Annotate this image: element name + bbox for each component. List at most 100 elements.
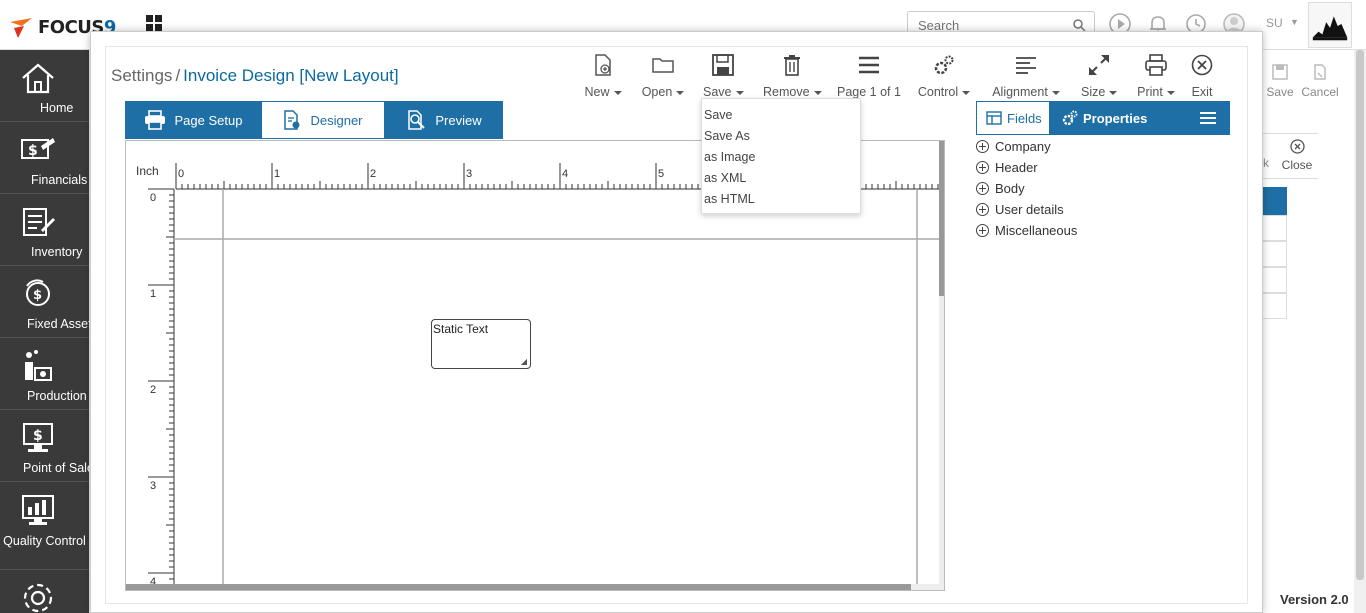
sidebar-item-home[interactable]: Home <box>0 50 89 122</box>
sidebar-item-fixed-asset[interactable]: $ Fixed Asset <box>0 266 92 338</box>
bg-table-row[interactable] <box>1263 293 1287 319</box>
tree-item-company[interactable]: Company <box>976 139 1051 154</box>
tab-label: Page Setup <box>174 112 243 128</box>
sidebar-item-production[interactable]: Production <box>0 338 89 410</box>
chevron-down-icon <box>813 90 822 95</box>
save-button[interactable]: Save <box>703 54 744 99</box>
chevron-down-icon <box>676 90 685 95</box>
expand-plus-icon[interactable] <box>976 182 989 195</box>
hamburger-menu-icon[interactable] <box>1200 112 1216 127</box>
breadcrumb-settings[interactable]: Settings <box>111 66 172 85</box>
open-button[interactable]: Open <box>641 54 685 99</box>
top-ruler-label: 1 <box>274 168 280 180</box>
page-navigator[interactable]: Page 1 of 1 <box>836 54 902 99</box>
tab-designer[interactable]: Designer <box>261 101 385 139</box>
exit-label: Exit <box>1191 85 1213 99</box>
tab-page-setup[interactable]: Page Setup <box>125 101 261 139</box>
menu-item-save-as-xml[interactable]: as XML <box>704 171 746 185</box>
breadcrumb: Settings / Invoice Design [New Layout] <box>111 66 399 86</box>
size-button[interactable]: Size <box>1081 54 1118 99</box>
canvas-vertical-scrollbar[interactable] <box>939 141 944 590</box>
menu-item-save[interactable]: Save <box>704 108 733 122</box>
chevron-down-icon <box>735 90 744 95</box>
main-sidebar: Home $ Financials Inventory $ Fixed Asse… <box>0 50 94 613</box>
chevron-down-icon <box>613 90 622 95</box>
financials-icon: $ <box>21 138 55 159</box>
menu-item-save-as[interactable]: Save As <box>704 129 750 143</box>
tree-item-miscellaneous[interactable]: Miscellaneous <box>976 223 1077 238</box>
app-grid-icon[interactable] <box>146 15 162 31</box>
size-label: Size <box>1081 85 1118 99</box>
user-menu-caret-icon[interactable]: ▼ <box>1290 17 1299 27</box>
background-page <box>1262 50 1354 613</box>
sidebar-item-financials[interactable]: $ Financials <box>0 122 89 194</box>
remove-button[interactable]: Remove <box>763 54 822 99</box>
sidebar-item-point-of-sale[interactable]: $ Point of Sale <box>0 410 94 482</box>
page-title: Invoice Design [New Layout] <box>183 66 399 85</box>
tab-label: Designer <box>310 112 363 128</box>
sidebar-item-label: Quality Control <box>3 534 86 548</box>
left-ruler-label: 2 <box>150 384 156 396</box>
tab-label: Preview <box>435 112 482 128</box>
page-list-icon <box>859 56 879 74</box>
new-document-icon <box>595 54 611 76</box>
focus-logo-icon <box>10 18 32 38</box>
bg-table-header <box>1263 187 1287 215</box>
bg-table-row[interactable] <box>1263 267 1287 293</box>
tab-fields[interactable]: Fields <box>977 102 1049 134</box>
page-count-label: Page 1 of 1 <box>837 85 901 99</box>
canvas-vertical-scrollbar-thumb[interactable] <box>939 141 944 296</box>
left-ruler-label: 4 <box>150 576 156 584</box>
chevron-down-icon <box>1109 90 1118 95</box>
expand-plus-icon[interactable] <box>976 140 989 153</box>
print-button[interactable]: Print <box>1135 54 1177 99</box>
printer-icon <box>1145 54 1167 76</box>
bg-save-button[interactable]: Save <box>1265 64 1295 99</box>
expand-arrows-icon <box>1089 55 1109 75</box>
tab-label: Fields <box>1007 110 1042 126</box>
tab-properties[interactable]: Properties <box>1062 101 1147 135</box>
production-icon <box>25 350 52 381</box>
version-label: Version 2.0 <box>1280 592 1349 607</box>
menu-item-save-as-html[interactable]: as HTML <box>704 192 755 206</box>
sidebar-item-settings[interactable] <box>0 570 89 613</box>
canvas-horizontal-scrollbar-thumb[interactable] <box>126 584 911 590</box>
sidebar-item-quality-control[interactable]: Quality Control <box>0 482 89 570</box>
sidebar-item-inventory[interactable]: Inventory <box>0 194 89 266</box>
save-icon <box>1272 64 1288 80</box>
save-dropdown-menu: Save Save As as Image as XML as HTML <box>701 98 861 214</box>
quality-control-icon <box>22 495 54 525</box>
bg-table-row[interactable] <box>1263 241 1287 267</box>
expand-plus-icon[interactable] <box>976 224 989 237</box>
chevron-down-icon <box>1166 90 1175 95</box>
static-text-control[interactable]: Static Text ◢ <box>431 319 531 369</box>
left-ruler-label: 0 <box>150 192 156 204</box>
print-label: Print <box>1135 85 1177 99</box>
bg-divider <box>1263 133 1318 134</box>
tree-item-body[interactable]: Body <box>976 181 1025 196</box>
tree-item-header[interactable]: Header <box>976 160 1038 175</box>
top-ruler-label: 4 <box>562 168 568 180</box>
page-scrollbar[interactable] <box>1354 50 1366 613</box>
exit-button[interactable]: Exit <box>1189 54 1215 99</box>
canvas-horizontal-scrollbar[interactable] <box>126 584 939 590</box>
remove-label: Remove <box>763 85 822 99</box>
tab-preview[interactable]: Preview <box>385 101 503 139</box>
control-button[interactable]: Control <box>916 54 972 99</box>
expand-plus-icon[interactable] <box>976 161 989 174</box>
tree-item-user-details[interactable]: User details <box>976 202 1064 217</box>
alignment-button[interactable]: Alignment <box>991 54 1061 99</box>
new-button[interactable]: New <box>583 54 623 99</box>
preview-magnifier-icon <box>408 110 426 130</box>
bg-close-button[interactable]: Close <box>1280 139 1314 172</box>
user-initials[interactable]: SU <box>1266 16 1283 30</box>
bg-close-label: Close <box>1281 158 1313 172</box>
bg-cancel-button[interactable]: Cancel <box>1299 64 1341 99</box>
page-scrollbar-thumb[interactable] <box>1356 50 1364 580</box>
expand-plus-icon[interactable] <box>976 203 989 216</box>
resize-handle-icon[interactable]: ◢ <box>521 357 527 366</box>
menu-item-save-as-image[interactable]: as Image <box>704 150 755 164</box>
bg-table-row[interactable] <box>1263 215 1287 241</box>
fields-panel-header: Fields Properties <box>976 101 1230 135</box>
fixed-asset-icon: $ <box>26 279 50 306</box>
